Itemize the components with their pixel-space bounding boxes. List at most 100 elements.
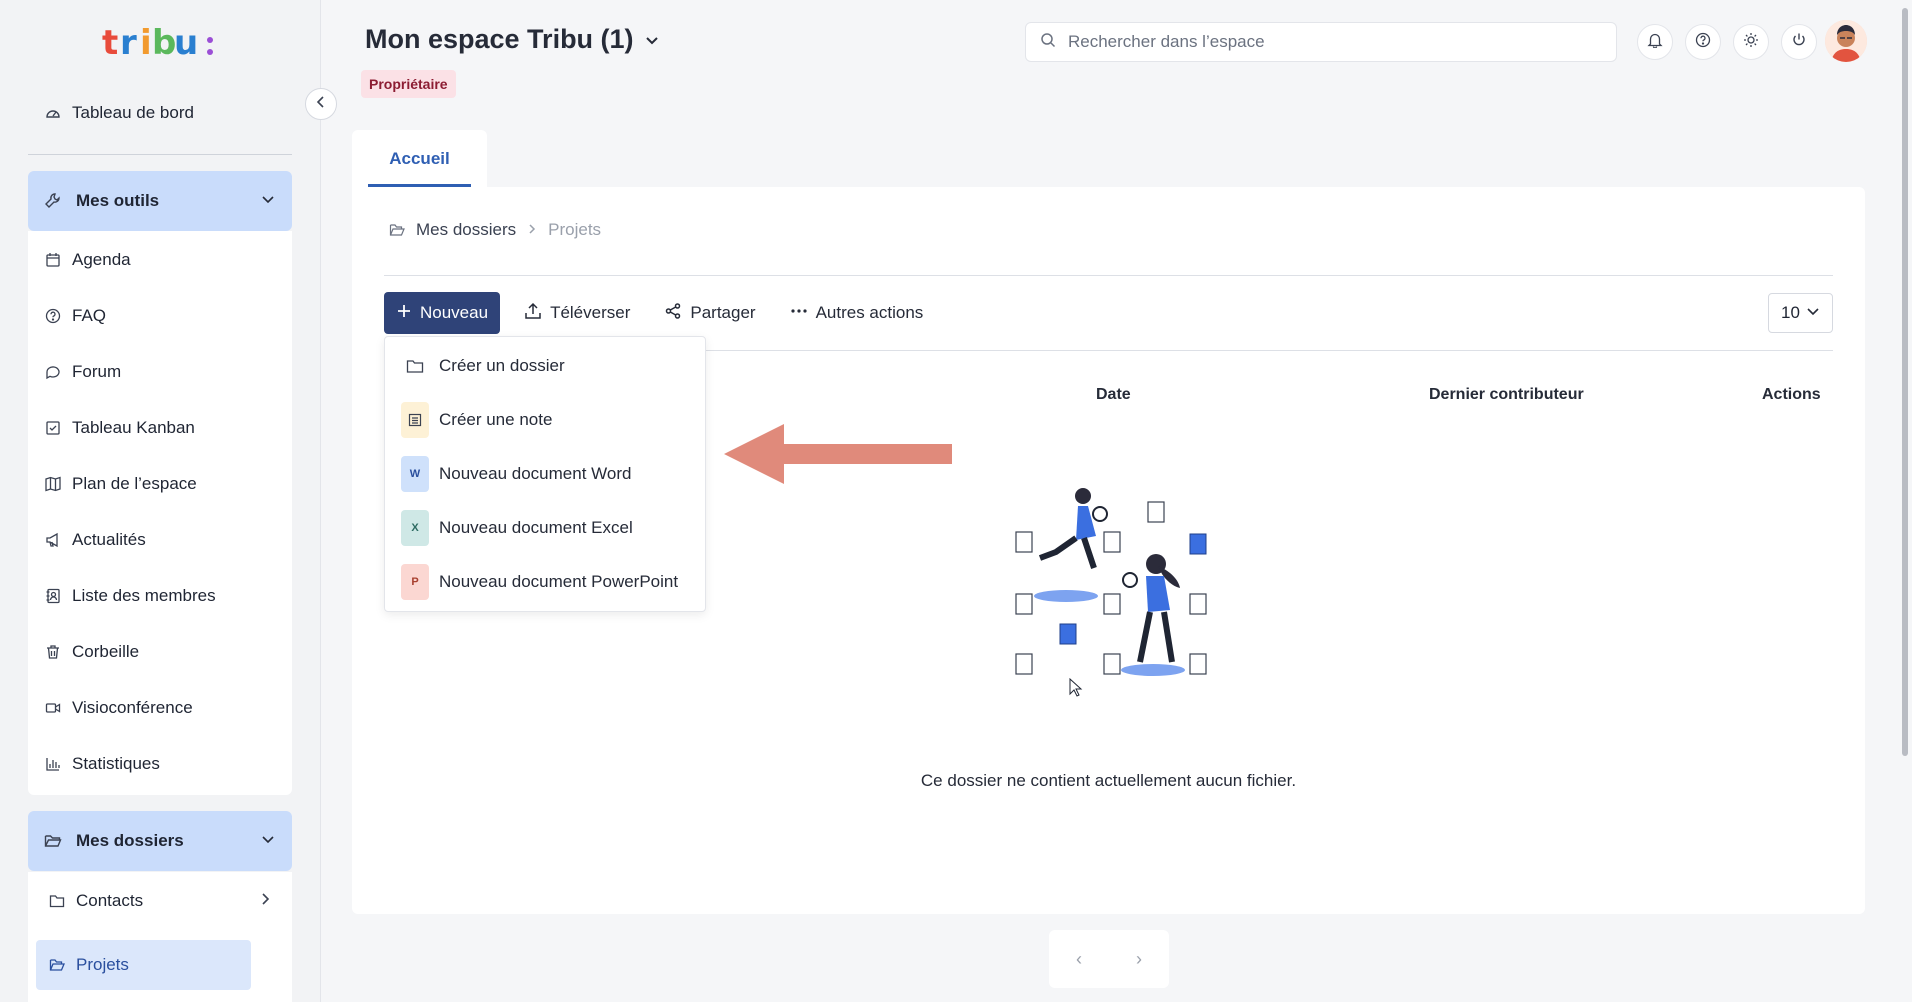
share-button[interactable]: Partager	[654, 292, 765, 334]
chevron-left-icon	[315, 95, 327, 113]
breadcrumb-current: Projets	[548, 220, 602, 239]
sidebar-item-video[interactable]: Visioconférence	[44, 692, 193, 724]
empty-state-text: Ce dossier ne contient actuellement aucu…	[920, 771, 1297, 790]
collapse-sidebar-button[interactable]	[305, 88, 337, 120]
menu-item-create-folder[interactable]: Créer un dossier	[385, 341, 705, 391]
menu-item-label: Nouveau document Word	[439, 464, 632, 483]
upload-button-label: Téléverser	[550, 303, 631, 322]
section-toggle-tools[interactable]: Mes outils	[28, 171, 292, 231]
search-icon	[1040, 32, 1056, 53]
menu-item-label: Nouveau document Excel	[439, 518, 633, 537]
megaphone-icon	[44, 531, 62, 549]
folder-open-icon	[44, 832, 62, 850]
per-page-select[interactable]: 10	[1768, 293, 1833, 333]
sidebar-item-members[interactable]: Liste des membres	[44, 580, 216, 612]
svg-text:u: u	[174, 23, 197, 62]
new-button[interactable]: Nouveau	[384, 292, 501, 334]
sidebar-item-label: Agenda	[72, 250, 131, 269]
more-horizontal-icon	[790, 302, 808, 325]
sidebar-item-news[interactable]: Actualités	[44, 524, 146, 556]
chat-icon	[44, 363, 62, 381]
new-item-menu: Créer un dossier Créer une note W Nouvea…	[384, 336, 706, 612]
dashboard-gauge-icon	[44, 104, 62, 122]
check-square-icon	[44, 419, 62, 437]
page-scrollbar[interactable]	[1900, 0, 1910, 1002]
sidebar-item-label: Tableau de bord	[72, 103, 194, 122]
next-page-icon[interactable]: ›	[1136, 949, 1142, 970]
svg-text:t: t	[102, 23, 118, 62]
chevron-down-icon	[260, 831, 276, 852]
column-header-date[interactable]: Date	[1096, 386, 1131, 404]
contacts-icon	[44, 587, 62, 605]
svg-text:b: b	[152, 23, 175, 62]
folder-label: Contacts	[76, 891, 144, 910]
help-circle-icon	[44, 307, 62, 325]
tab-accueil[interactable]: Accueil	[352, 130, 487, 188]
folder-item-contacts[interactable]: Contacts	[36, 876, 284, 926]
breadcrumb-root[interactable]: Mes dossiers	[416, 220, 516, 240]
tab-label: Accueil	[389, 149, 450, 168]
plus-icon	[396, 303, 412, 324]
sidebar-item-agenda[interactable]: Agenda	[44, 244, 131, 276]
theme-toggle-button[interactable]	[1733, 24, 1769, 60]
sidebar-item-dashboard[interactable]: Tableau de bord	[28, 96, 292, 130]
calendar-icon	[44, 251, 62, 269]
folder-icon	[401, 348, 429, 384]
wrench-icon	[44, 192, 62, 210]
bell-icon	[1647, 32, 1663, 53]
map-icon	[44, 475, 62, 493]
annotation-arrow	[724, 424, 954, 489]
per-page-value: 10	[1781, 303, 1800, 322]
chevron-down-icon	[260, 191, 276, 212]
more-actions-button[interactable]: Autres actions	[780, 292, 934, 334]
word-document-icon: W	[401, 456, 429, 492]
divider	[384, 275, 1833, 276]
menu-item-new-excel[interactable]: X Nouveau document Excel	[385, 503, 705, 553]
menu-item-create-note[interactable]: Créer une note	[385, 395, 705, 445]
notifications-button[interactable]	[1637, 24, 1673, 60]
share-button-label: Partager	[690, 303, 756, 322]
menu-item-label: Créer une note	[439, 410, 553, 429]
search-field[interactable]: Rechercher dans l’espace	[1025, 22, 1617, 62]
chevron-right-icon[interactable]	[258, 891, 272, 911]
help-circle-icon	[1695, 32, 1711, 53]
help-button[interactable]	[1685, 24, 1721, 60]
svg-text:r: r	[120, 23, 137, 62]
sidebar-item-label: Visioconférence	[72, 698, 193, 717]
user-avatar[interactable]	[1825, 20, 1867, 62]
excel-document-icon: X	[401, 510, 429, 546]
menu-item-new-powerpoint[interactable]: P Nouveau document PowerPoint	[385, 557, 705, 607]
trash-icon	[44, 643, 62, 661]
logout-button[interactable]	[1781, 24, 1817, 60]
share-icon	[664, 302, 682, 325]
menu-item-label: Nouveau document PowerPoint	[439, 572, 679, 591]
space-switcher[interactable]: Mon espace Tribu (1)	[365, 24, 660, 55]
chevron-down-icon	[644, 24, 660, 55]
sidebar-item-label: Actualités	[72, 530, 146, 549]
folder-icon	[48, 892, 66, 910]
sidebar-item-trash[interactable]: Corbeille	[44, 636, 139, 668]
sidebar-item-label: Tableau Kanban	[72, 418, 195, 437]
sidebar-item-label: Corbeille	[72, 642, 140, 661]
folder-item-projets[interactable]: Projets	[36, 940, 251, 990]
sidebar: t r i b u Tableau de bord Mes outils Age…	[0, 0, 321, 1002]
previous-page-icon[interactable]: ‹	[1076, 949, 1082, 970]
sidebar-item-label: Plan de l’espace	[72, 474, 197, 493]
svg-text:i: i	[140, 23, 151, 62]
chevron-down-icon	[1806, 303, 1820, 323]
note-icon	[401, 402, 429, 438]
sidebar-item-label: Forum	[72, 362, 122, 381]
powerpoint-document-icon: P	[401, 564, 429, 600]
sidebar-item-kanban[interactable]: Tableau Kanban	[44, 412, 195, 444]
sidebar-item-forum[interactable]: Forum	[44, 356, 121, 388]
tribu-logo[interactable]: t r i b u	[102, 22, 222, 63]
menu-item-new-word[interactable]: W Nouveau document Word	[385, 449, 705, 499]
sidebar-item-space-map[interactable]: Plan de l’espace	[44, 468, 197, 500]
sidebar-item-faq[interactable]: FAQ	[44, 300, 106, 332]
pagination: ‹ ›	[1049, 930, 1169, 988]
section-toggle-folders[interactable]: Mes dossiers	[28, 811, 292, 871]
scrollbar-thumb[interactable]	[1902, 8, 1908, 756]
empty-folder-illustration	[1008, 484, 1218, 684]
column-header-contributor[interactable]: Dernier contributeur	[1429, 386, 1584, 404]
upload-button[interactable]: Téléverser	[514, 292, 640, 334]
